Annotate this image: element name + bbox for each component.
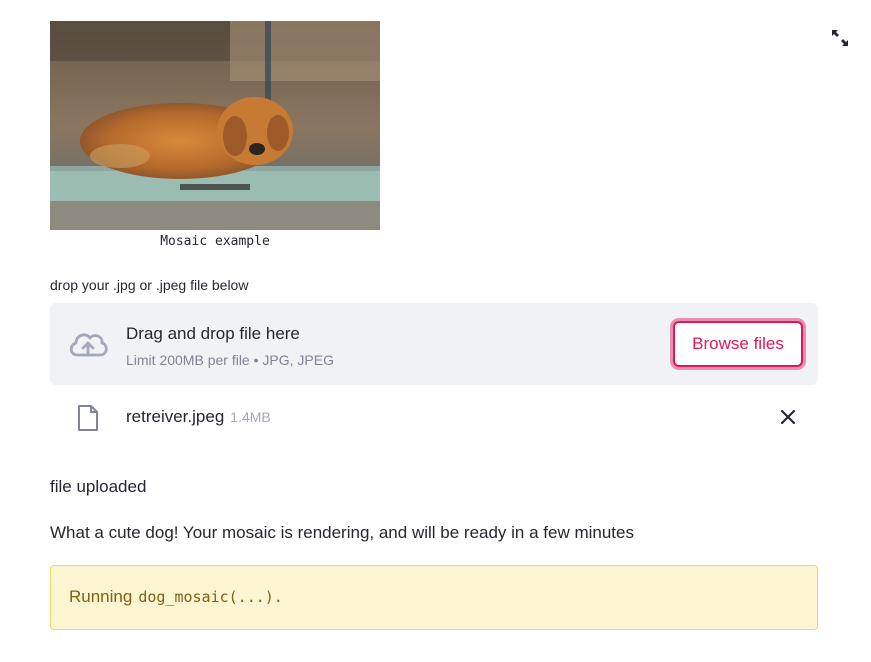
upload-status-text: file uploaded: [50, 477, 147, 496]
mosaic-example-image: [50, 21, 380, 230]
file-name: retreiver.jpeg: [126, 407, 225, 426]
mosaic-image-block: Mosaic example: [50, 21, 380, 249]
browse-files-button[interactable]: Browse files: [673, 321, 803, 367]
close-icon[interactable]: [777, 406, 799, 428]
file-name-line: retreiver.jpeg 1.4MB: [126, 407, 271, 427]
render-message-text: What a cute dog! Your mosaic is renderin…: [50, 523, 634, 542]
running-status-line: Running dog_mosaic(...).: [69, 587, 283, 607]
dropzone-title: Drag and drop file here: [126, 324, 300, 343]
running-prefix: Running: [69, 587, 133, 606]
cloud-upload-icon: [69, 333, 108, 357]
running-function-code: dog_mosaic(...).: [138, 588, 283, 606]
uploader-label: drop your .jpg or .jpeg file below: [50, 277, 249, 293]
expand-icon[interactable]: [830, 28, 850, 48]
file-dropzone[interactable]: Drag and drop file here Limit 200MB per …: [50, 303, 818, 385]
file-icon: [78, 405, 98, 431]
uploaded-file-row: retreiver.jpeg 1.4MB: [50, 395, 818, 439]
image-caption: Mosaic example: [160, 234, 270, 249]
file-size: 1.4MB: [230, 409, 271, 425]
running-status-box: Running dog_mosaic(...).: [50, 565, 818, 630]
dropzone-subtitle: Limit 200MB per file • JPG, JPEG: [126, 352, 334, 368]
